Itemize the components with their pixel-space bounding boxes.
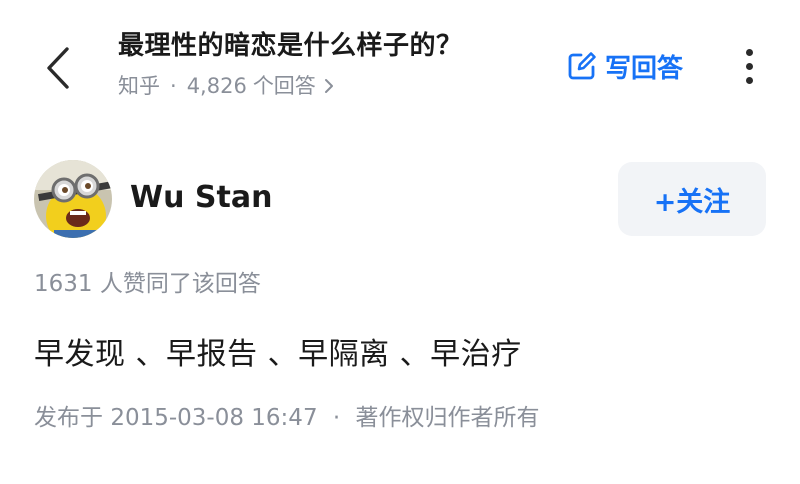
- meta-separator: ·: [170, 74, 177, 98]
- answer-content[interactable]: 早发现 、早报告 、早隔离 、早治疗: [34, 334, 522, 376]
- published-time: 2015-03-08 16:47: [110, 405, 318, 431]
- follow-button[interactable]: +关注: [618, 162, 766, 236]
- more-dot: [745, 76, 753, 84]
- chevron-left-icon: [47, 47, 69, 89]
- write-answer-button[interactable]: 写回答: [567, 46, 683, 86]
- write-answer-label: 写回答: [605, 53, 684, 84]
- chevron-right-icon: [324, 78, 334, 94]
- more-dot: [745, 62, 753, 70]
- back-button[interactable]: [38, 40, 78, 96]
- author-name[interactable]: Wu Stan: [130, 178, 272, 218]
- copyright-notice: 著作权归作者所有: [355, 405, 540, 431]
- avatar[interactable]: [34, 160, 112, 238]
- publish-info: 发布于 2015-03-08 16:47 · 著作权归作者所有: [34, 402, 540, 434]
- minion-avatar-image: [34, 160, 112, 238]
- answer-count-suffix: 个回答: [252, 74, 316, 98]
- source-label: 知乎: [118, 74, 160, 98]
- likes-count-text: 1631 人赞同了该回答: [34, 271, 261, 297]
- more-dot: [745, 48, 753, 56]
- question-title[interactable]: 最理性的暗恋是什么样子的？: [118, 28, 538, 64]
- question-meta[interactable]: 知乎 · 4,826 个回答: [118, 72, 538, 100]
- edit-pencil-icon: [567, 50, 599, 82]
- question-header: 最理性的暗恋是什么样子的？ 知乎 · 4,826 个回答: [118, 28, 538, 100]
- answer-count: 4,826: [186, 74, 247, 98]
- published-prefix: 发布于: [34, 405, 103, 431]
- publish-separator: ·: [332, 405, 341, 431]
- more-options-button[interactable]: [734, 42, 764, 90]
